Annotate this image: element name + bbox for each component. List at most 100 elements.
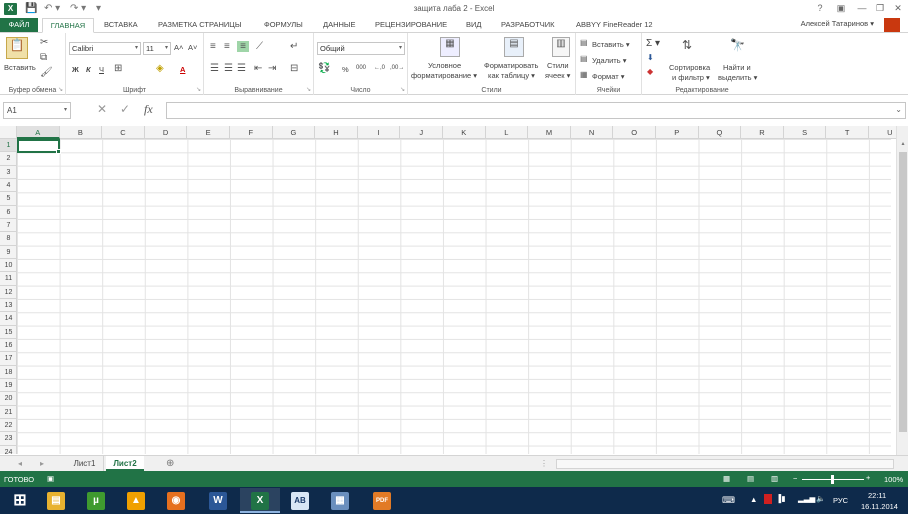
format-painter-icon[interactable]: 🖌 (40, 67, 53, 78)
volume-icon[interactable]: 🔈 (816, 494, 825, 503)
fill-handle[interactable] (56, 149, 61, 154)
row-header-21[interactable]: 21 (0, 406, 17, 420)
select-all-corner[interactable] (0, 126, 17, 139)
find-select-button-2[interactable]: выделить ▾ (718, 73, 757, 82)
shrink-font-button[interactable]: A˅ (188, 43, 197, 52)
normal-view-icon[interactable]: ▦ (723, 474, 730, 483)
taskbar-utorrent[interactable]: µ (76, 488, 116, 513)
zoom-in-icon[interactable]: + (866, 473, 870, 482)
orientation-icon[interactable]: ⟋ (256, 41, 263, 52)
align-top-icon[interactable]: ≡ (210, 41, 216, 52)
align-right-icon[interactable]: ☰ (237, 63, 246, 74)
taskbar-aimp[interactable]: ▲ (116, 488, 156, 513)
user-account[interactable]: Алексей Татаринов ▾ (801, 19, 874, 28)
conditional-formatting-button[interactable]: Условное (428, 61, 461, 70)
conditional-formatting-icon[interactable]: ▦ (440, 37, 460, 57)
increase-indent-icon[interactable]: ⇥ (268, 63, 276, 74)
prev-sheet-icon[interactable]: ◂ (18, 456, 22, 471)
column-header-g[interactable]: G (273, 126, 316, 139)
borders-icon[interactable]: ⊞ (114, 63, 122, 74)
row-header-12[interactable]: 12 (0, 286, 17, 300)
decrease-indent-icon[interactable]: ⇤ (254, 63, 262, 74)
insert-cells-button[interactable]: Вставить ▾ (592, 40, 630, 49)
expand-formula-icon[interactable]: ⌄ (895, 105, 902, 114)
row-header-3[interactable]: 3 (0, 166, 17, 179)
sort-filter-button-2[interactable]: и фильтр ▾ (672, 73, 710, 82)
zoom-level[interactable]: 100% (884, 475, 903, 484)
scroll-up-icon[interactable]: ▴ (897, 140, 908, 150)
copy-icon[interactable]: ⧉ (40, 52, 47, 63)
tab-review[interactable]: РЕЦЕНЗИРОВАНИЕ (375, 18, 447, 33)
format-as-table-icon[interactable]: ▤ (504, 37, 524, 57)
antivirus-icon[interactable] (764, 494, 772, 504)
paste-button[interactable]: Вставить (4, 63, 36, 72)
column-header-o[interactable]: O (613, 126, 656, 139)
formula-input[interactable]: ⌄ (166, 102, 906, 119)
wrap-text-icon[interactable]: ↵ (290, 41, 298, 52)
merge-center-icon[interactable]: ⊟ (290, 63, 298, 74)
signal-icon[interactable]: ▂▃▅ (798, 494, 815, 503)
tab-insert[interactable]: ВСТАВКА (104, 18, 138, 33)
close-icon[interactable]: ✕ (888, 1, 908, 16)
row-header-18[interactable]: 18 (0, 366, 17, 380)
row-header-14[interactable]: 14 (0, 312, 17, 326)
format-as-table-button[interactable]: Форматировать (484, 61, 538, 70)
row-header-2[interactable]: 2 (0, 152, 17, 166)
show-hidden-icons[interactable]: ▲ (750, 495, 757, 504)
align-left-icon[interactable]: ☰ (210, 63, 219, 74)
number-launcher-icon[interactable]: ↘ (400, 86, 405, 93)
decrease-decimal-button[interactable]: ,00→ (390, 65, 404, 71)
cells-area[interactable] (17, 139, 891, 454)
font-launcher-icon[interactable]: ↘ (196, 86, 201, 93)
row-header-10[interactable]: 10 (0, 259, 17, 273)
row-header-7[interactable]: 7 (0, 219, 17, 233)
minimize-icon[interactable]: — (852, 1, 872, 16)
autosum-button[interactable]: Σ ▾ (646, 38, 660, 49)
taskbar-calculator[interactable]: ▦ (320, 488, 360, 513)
column-header-l[interactable]: L (486, 126, 529, 139)
number-format-select[interactable]: Общий ▾ (317, 42, 405, 55)
column-header-m[interactable]: M (528, 126, 571, 139)
language-indicator[interactable]: РУС (833, 496, 848, 505)
network-icon[interactable]: ▐▮ (776, 494, 785, 503)
row-header-24[interactable]: 24 (0, 446, 17, 454)
font-size-select[interactable]: 11 ▾ (143, 42, 171, 55)
taskbar-file-explorer[interactable]: ▤ (36, 488, 76, 513)
tab-abbyy-finereader[interactable]: ABBYY FineReader 12 (576, 18, 653, 33)
column-header-b[interactable]: B (60, 126, 103, 139)
split-handle-icon[interactable]: ⋮ (540, 456, 548, 471)
clock-date[interactable]: 16.11.2014 (861, 502, 898, 511)
vertical-scrollbar[interactable]: ▴ (896, 126, 908, 456)
alignment-launcher-icon[interactable]: ↘ (306, 86, 311, 93)
column-header-k[interactable]: K (443, 126, 486, 139)
column-header-h[interactable]: H (315, 126, 358, 139)
row-header-22[interactable]: 22 (0, 419, 17, 433)
add-sheet-icon[interactable]: ⊕ (166, 456, 174, 471)
row-header-16[interactable]: 16 (0, 339, 17, 353)
cancel-icon[interactable]: ✕ (97, 102, 107, 116)
align-bottom-icon[interactable]: ≡ (237, 41, 249, 52)
column-header-e[interactable]: E (187, 126, 230, 139)
worksheet-grid[interactable]: ABCDEFGHIJKLMNOPQRSTU 1 2 3 4 5 6 7 8 9 10 11 12 13 1… (0, 126, 908, 454)
column-header-d[interactable]: D (145, 126, 188, 139)
sheet-tab-1[interactable]: Лист1 (66, 456, 104, 471)
insert-function-icon[interactable]: fx (144, 102, 153, 117)
row-header-19[interactable]: 19 (0, 379, 17, 393)
cell-styles-button[interactable]: Стили (547, 61, 569, 70)
column-header-t[interactable]: T (826, 126, 869, 139)
row-header-11[interactable]: 11 (0, 272, 17, 286)
keyboard-icon[interactable]: ⌨ (722, 495, 735, 506)
format-as-table-button-2[interactable]: как таблицу ▾ (488, 71, 535, 80)
scroll-thumb[interactable] (899, 152, 907, 432)
tab-page-layout[interactable]: РАЗМЕТКА СТРАНИЦЫ (158, 18, 241, 33)
font-name-select[interactable]: Calibri ▾ (69, 42, 141, 55)
column-header-i[interactable]: I (358, 126, 401, 139)
clock-time[interactable]: 22:11 (868, 491, 886, 500)
row-header-6[interactable]: 6 (0, 206, 17, 220)
column-header-c[interactable]: C (102, 126, 145, 139)
horizontal-scrollbar[interactable] (556, 459, 894, 469)
column-header-s[interactable]: S (784, 126, 827, 139)
column-header-q[interactable]: Q (699, 126, 742, 139)
column-header-f[interactable]: F (230, 126, 273, 139)
row-header-20[interactable]: 20 (0, 392, 17, 406)
